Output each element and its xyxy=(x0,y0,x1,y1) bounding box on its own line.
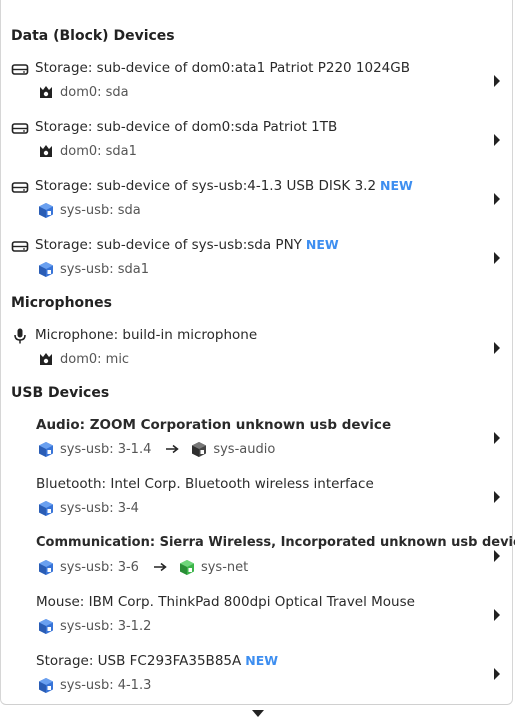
device-title: Storage: sub-device of dom0:ata1 Patriot… xyxy=(35,60,410,76)
new-badge: NEW xyxy=(380,178,413,193)
device-backend: sys-usb: sda1 xyxy=(38,260,149,278)
chevron-right-icon[interactable] xyxy=(493,75,501,87)
chevron-right-icon[interactable] xyxy=(493,609,501,621)
backend-label: sys-usb: 3-1.2 xyxy=(60,618,152,634)
new-badge: NEW xyxy=(305,237,339,252)
device-backend: sys-usb: 4-1.3 xyxy=(38,676,151,694)
hard-drive-icon xyxy=(11,241,29,252)
device-backend: sys-usb: 3-6 sys-net xyxy=(38,558,248,576)
device-title: Microphone: build-in microphone xyxy=(35,327,258,343)
device-backend: dom0: sda xyxy=(38,83,129,101)
chevron-right-icon[interactable] xyxy=(493,252,501,264)
backend-label: sys-usb: sda1 xyxy=(60,261,149,277)
backend-label: dom0: mic xyxy=(60,351,130,367)
backend-label: dom0: sda xyxy=(60,84,129,100)
new-badge: NEW xyxy=(245,653,279,668)
device-backend: sys-usb: 3-1.2 xyxy=(38,617,151,635)
device-row-block-2[interactable]: Storage: sub-device of dom0:sda Patriot … xyxy=(1,119,514,175)
dom0-crown-icon xyxy=(40,144,52,157)
hard-drive-icon xyxy=(11,182,29,193)
qube-cube-icon xyxy=(39,500,53,516)
dom0-crown-icon xyxy=(40,352,52,365)
device-backend: sys-usb: 3-1.4 sys-audio xyxy=(38,440,275,458)
backend-label: sys-usb: 3-1.4 xyxy=(60,441,152,457)
device-row-mic-1[interactable]: Microphone: build-in microphone dom0: mi… xyxy=(1,327,514,383)
qube-cube-icon xyxy=(39,677,53,693)
device-title: Storage: sub-device of sys-usb:sda PNY NE… xyxy=(35,237,339,253)
device-title: Storage: sub-device of dom0:sda Patriot … xyxy=(35,119,338,135)
chevron-right-icon[interactable] xyxy=(493,342,501,354)
qube-cube-icon xyxy=(39,261,53,277)
qube-cube-icon xyxy=(39,618,53,634)
device-backend: sys-usb: 3-4 xyxy=(38,499,139,517)
device-title: Storage: sub-device of sys-usb:4-1.3 USB… xyxy=(35,178,413,194)
arrow-right-icon xyxy=(166,444,180,454)
chevron-right-icon[interactable] xyxy=(493,491,501,503)
device-row-block-1[interactable]: Storage: sub-device of dom0:ata1 Patriot… xyxy=(1,60,514,116)
scroll-down-arrow-icon[interactable] xyxy=(252,710,264,718)
attached-qube-label: sys-net xyxy=(200,559,249,575)
device-title: Mouse: IBM Corp. ThinkPad 800dpi Optical… xyxy=(36,594,415,610)
microphone-icon xyxy=(14,328,26,344)
hard-drive-icon xyxy=(11,64,29,75)
qube-cube-icon xyxy=(192,441,207,457)
section-title-block-devices: Data (Block) Devices xyxy=(11,28,175,44)
device-title: Communication: Sierra Wireless, Incorpor… xyxy=(36,535,515,550)
section-title-microphones: Microphones xyxy=(11,295,112,311)
devices-panel: Data (Block) Devices Storage: sub-device… xyxy=(0,0,515,705)
device-title: Audio: ZOOM Corporation unknown usb devi… xyxy=(36,417,392,433)
arrow-right-icon xyxy=(153,562,167,572)
backend-label: sys-usb: 3-4 xyxy=(60,500,139,516)
device-row-usb-4[interactable]: Mouse: IBM Corp. ThinkPad 800dpi Optical… xyxy=(1,594,514,650)
backend-label: dom0: sda1 xyxy=(60,143,137,159)
device-row-block-4[interactable]: Storage: sub-device of sys-usb:sda PNY NE… xyxy=(1,237,514,293)
device-row-block-3[interactable]: Storage: sub-device of sys-usb:4-1.3 USB… xyxy=(1,178,514,234)
device-title: Storage: USB FC293FA35B85A NEW xyxy=(36,653,279,669)
dom0-crown-icon xyxy=(40,85,52,98)
device-backend: dom0: sda1 xyxy=(38,142,137,160)
device-row-usb-1[interactable]: Audio: ZOOM Corporation unknown usb devi… xyxy=(1,417,514,473)
backend-label: sys-usb: sda xyxy=(60,202,141,218)
chevron-right-icon[interactable] xyxy=(493,668,501,680)
qube-cube-icon xyxy=(39,559,53,575)
qube-cube-icon xyxy=(39,202,53,218)
attached-qube-label: sys-audio xyxy=(213,441,276,457)
device-title: Bluetooth: Intel Corp. Bluetooth wireles… xyxy=(36,476,374,492)
qube-cube-icon xyxy=(39,441,53,457)
qube-cube-icon xyxy=(179,559,194,575)
backend-label: sys-usb: 4-1.3 xyxy=(60,677,152,693)
device-backend: sys-usb: sda xyxy=(38,201,141,219)
chevron-right-icon[interactable] xyxy=(493,134,501,146)
device-row-usb-3[interactable]: Communication: Sierra Wireless, Incorpor… xyxy=(1,535,515,591)
chevron-right-icon[interactable] xyxy=(493,193,501,205)
chevron-right-icon[interactable] xyxy=(493,550,501,562)
device-backend: dom0: mic xyxy=(38,350,129,368)
backend-label: sys-usb: 3-6 xyxy=(60,559,139,575)
hard-drive-icon xyxy=(11,123,29,134)
section-title-usb-devices: USB Devices xyxy=(11,385,110,401)
chevron-right-icon[interactable] xyxy=(493,432,501,444)
device-row-usb-5[interactable]: Storage: USB FC293FA35B85A NEW sys-usb: 4… xyxy=(1,653,514,709)
device-row-usb-2[interactable]: Bluetooth: Intel Corp. Bluetooth wireles… xyxy=(1,476,514,532)
